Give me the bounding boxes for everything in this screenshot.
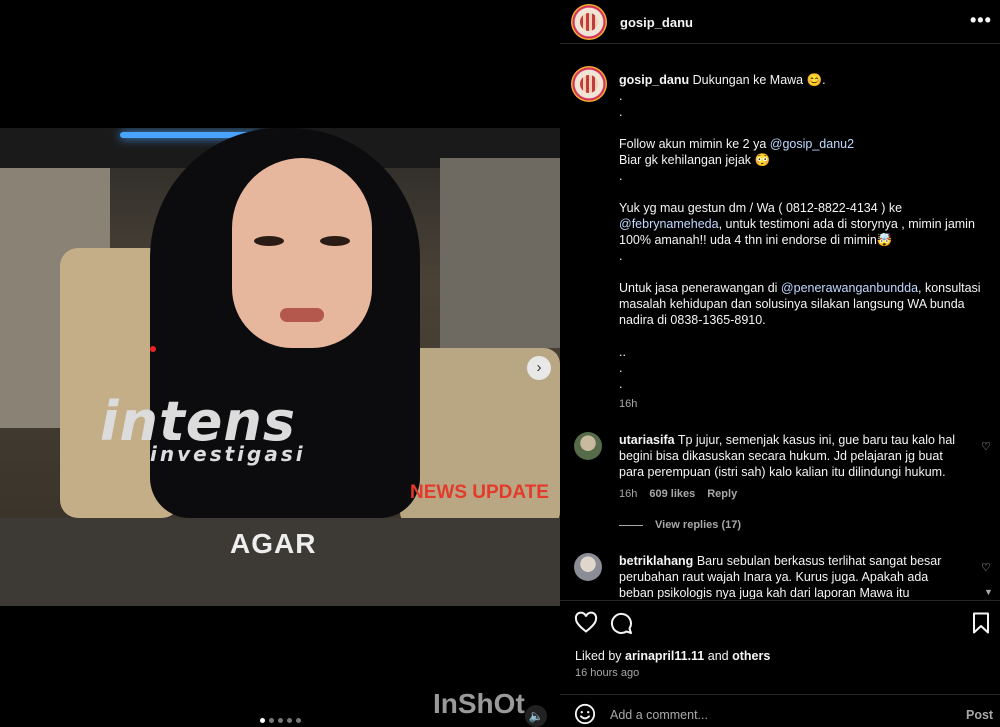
caption-first-line: Dukungan ke Mawa 😊. <box>692 73 826 87</box>
post-panel: gosip_danu ••• gosip_danu Dukungan ke Ma… <box>560 0 1000 727</box>
avatar[interactable] <box>571 66 607 102</box>
caption-line: .. <box>619 345 626 359</box>
caption-line: 100% amanah!! uda 4 thn ini endorse di m… <box>619 233 893 247</box>
mention-link[interactable]: @gosip_danu2 <box>770 137 854 151</box>
post-time-ago[interactable]: 16 hours ago <box>575 667 639 679</box>
post-caption: gosip_danu Dukungan ke Mawa 😊. . . Follo… <box>619 72 987 392</box>
news-update-label: NEWS UPDATE <box>410 482 549 503</box>
mention-link[interactable]: @penerawanganbundda <box>781 281 918 295</box>
carousel-dot <box>296 718 301 723</box>
like-comment-icon[interactable]: ♡ <box>981 561 991 574</box>
caption-line: . <box>619 361 623 375</box>
post-button[interactable]: Post <box>966 708 993 722</box>
comment-likes[interactable]: 609 likes <box>649 488 695 500</box>
liked-user[interactable]: arinapril11.11 <box>625 649 704 663</box>
avatar[interactable] <box>571 4 607 40</box>
media-viewer[interactable]: intens investigasi NEWS UPDATE AGAR › In… <box>0 0 560 727</box>
carousel-dot <box>269 718 274 723</box>
caption-line: nadira di 0838-1365-8910. <box>619 313 766 327</box>
inshot-watermark: InShOt <box>433 688 525 719</box>
caption-line <box>619 328 987 344</box>
like-comment-icon[interactable]: ♡ <box>981 440 991 453</box>
header-username[interactable]: gosip_danu <box>620 15 693 30</box>
reply-button[interactable]: Reply <box>707 488 737 500</box>
comment-text: utariasifa Tp jujur, semenjak kasus ini,… <box>619 432 959 480</box>
post-header: gosip_danu ••• <box>560 0 1000 44</box>
caption-line: . <box>619 105 623 119</box>
next-slide-button[interactable]: › <box>527 356 551 380</box>
liked-others[interactable]: others <box>732 649 770 663</box>
comment-icon[interactable] <box>609 611 633 635</box>
caption-line: , untuk testimoni ada di storynya , mimi… <box>718 217 975 231</box>
person-face <box>232 158 372 348</box>
caption-line: , konsultasi <box>918 281 981 295</box>
comment-text: betriklahang Baru sebulan berkasus terli… <box>619 553 959 599</box>
comment-time[interactable]: 16h <box>619 488 637 500</box>
liked-prefix: Liked by <box>575 649 626 663</box>
post-actions <box>560 600 1000 638</box>
heart-icon[interactable] <box>574 611 598 635</box>
eye <box>254 236 284 246</box>
avatar[interactable] <box>574 432 602 460</box>
mention-link[interactable]: @febrynameheda <box>619 217 719 231</box>
view-replies-label[interactable]: View replies (17) <box>655 519 741 531</box>
avatar[interactable] <box>574 553 602 581</box>
caption-line: Biar gk kehilangan jejak 😳 <box>619 153 771 167</box>
caption-line: . <box>619 89 623 103</box>
red-dot <box>150 346 156 352</box>
comment-username[interactable]: betriklahang <box>619 554 693 568</box>
caption-username[interactable]: gosip_danu <box>619 73 689 87</box>
carousel-dot <box>287 718 292 723</box>
comment-meta: 16h 609 likes Reply <box>619 488 737 500</box>
add-comment-input[interactable] <box>610 706 940 724</box>
replies-line <box>619 524 643 526</box>
car-window <box>440 158 560 348</box>
liked-by: Liked by arinapril11.11 and others <box>575 649 770 663</box>
more-options-icon[interactable]: ••• <box>970 10 992 31</box>
scroll-down-icon[interactable]: ▼ <box>984 587 993 597</box>
caption-line: . <box>619 169 623 183</box>
eye <box>320 236 350 246</box>
mouth <box>280 308 324 322</box>
carousel-dot-active <box>260 718 265 723</box>
bookmark-icon[interactable] <box>969 611 993 635</box>
post-time[interactable]: 16h <box>619 398 637 410</box>
caption-line <box>619 120 987 136</box>
carousel-dots <box>260 718 301 723</box>
caption-line: masalah kehidupan dan solusinya silakan … <box>619 297 965 311</box>
add-comment-row: Post <box>560 694 1000 727</box>
video-subtitle: AGAR <box>230 528 317 559</box>
sound-icon[interactable]: 🔈 <box>525 705 547 727</box>
caption-line <box>619 264 987 280</box>
caption-line: Yuk yg mau gestun dm / Wa ( 0812-8822-41… <box>619 201 903 215</box>
emoji-icon[interactable] <box>574 703 596 725</box>
comments-scroll-area[interactable]: gosip_danu Dukungan ke Mawa 😊. . . Follo… <box>560 44 1000 599</box>
caption-line <box>619 184 987 200</box>
carousel-dot <box>278 718 283 723</box>
view-replies-button[interactable]: View replies (17) <box>619 519 741 531</box>
caption-line: Untuk jasa penerawangan di <box>619 281 781 295</box>
caption-line: Follow akun mimin ke 2 ya <box>619 137 770 151</box>
comment-username[interactable]: utariasifa <box>619 433 675 447</box>
overlay-subtitle: investigasi <box>150 442 306 466</box>
caption-line: . <box>619 377 623 391</box>
liked-and: and <box>704 649 733 663</box>
caption-line: . <box>619 249 623 263</box>
